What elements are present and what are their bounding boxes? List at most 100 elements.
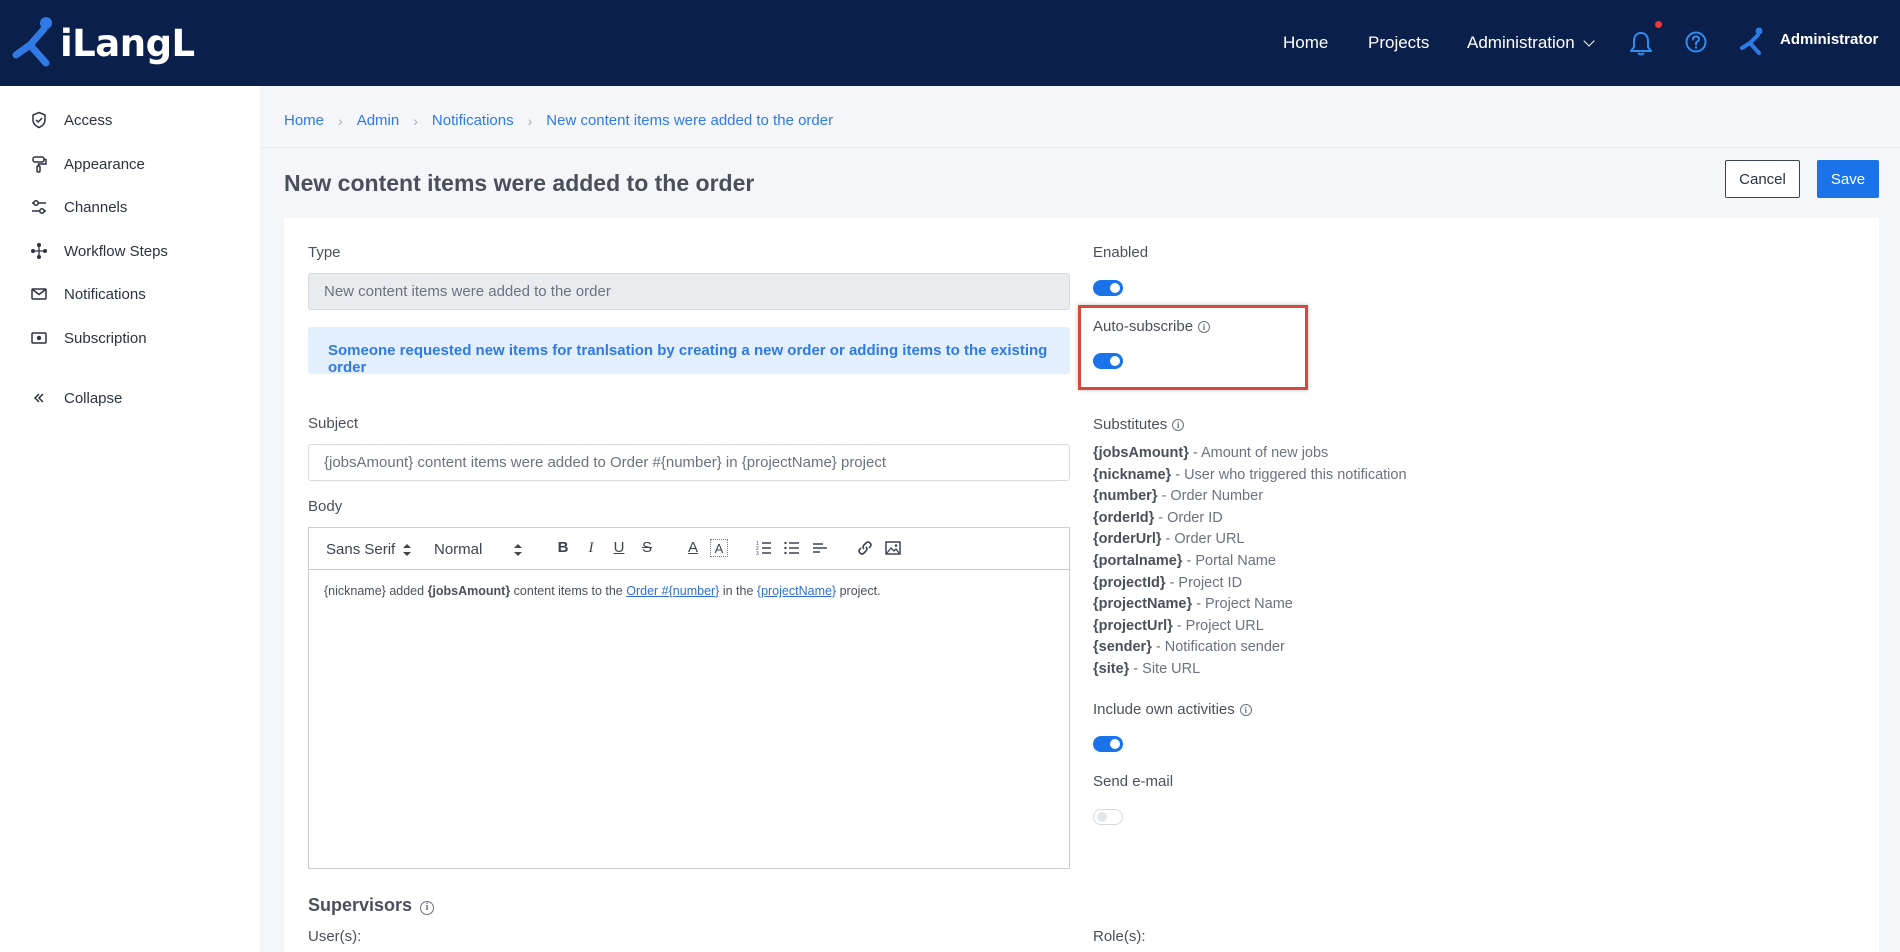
strikethrough-icon[interactable]: S [638, 539, 656, 557]
save-button[interactable]: Save [1817, 160, 1879, 198]
align-icon[interactable] [811, 539, 829, 557]
sidebar-item-label: Access [64, 111, 113, 129]
list-item: {sender} - Notification sender [1093, 639, 1407, 661]
updown-icon [403, 543, 412, 556]
substitute-key: {projectName} [1093, 596, 1193, 613]
bullet-list-icon[interactable] [783, 539, 801, 557]
auto-subscribe-toggle[interactable] [1093, 353, 1123, 369]
info-icon[interactable]: i [1239, 704, 1252, 716]
collapse-label: Collapse [64, 389, 123, 407]
subject-input[interactable]: {jobsAmount} content items were added to… [308, 444, 1070, 481]
roles-label: Role(s): [1093, 928, 1146, 945]
substitute-desc: - Amount of new jobs [1188, 445, 1329, 461]
divider [260, 147, 1900, 148]
list-item: {site} - Site URL [1093, 661, 1407, 683]
editor-toolbar: Sans Serif Normal B I U S A A 123 [309, 528, 1069, 570]
top-navbar: iLangL Home Projects Administration Admi… [0, 0, 1900, 86]
substitute-key: {projectUrl} [1093, 617, 1173, 634]
text-color-icon[interactable]: A [684, 539, 702, 557]
image-icon[interactable] [884, 539, 902, 557]
workflow-icon [31, 243, 47, 259]
list-item: {orderId} - Order ID [1093, 510, 1407, 532]
chevron-right-icon: › [338, 112, 343, 129]
underline-icon[interactable]: U [610, 539, 628, 557]
substitute-desc: - Order URL [1161, 531, 1245, 548]
breadcrumb-current[interactable]: New content items were added to the orde… [546, 112, 833, 129]
nav-home[interactable]: Home [1283, 33, 1328, 53]
sidebar-item-channels[interactable]: Channels [30, 196, 127, 218]
body-text: content items to the [510, 584, 627, 598]
order-link[interactable]: Order #{number} [626, 584, 719, 598]
svg-text:3: 3 [756, 551, 759, 557]
include-own-toggle[interactable] [1093, 736, 1123, 752]
subject-label: Subject [308, 415, 359, 432]
updown-icon [514, 543, 523, 556]
double-chevron-left-icon [33, 393, 44, 403]
include-own-text: Include own activities [1093, 701, 1235, 718]
font-select[interactable]: Sans Serif [326, 541, 412, 558]
background-color-icon[interactable]: A [710, 539, 728, 557]
sidebar-item-notifications[interactable]: Notifications [30, 283, 146, 305]
chevron-right-icon: › [527, 112, 533, 129]
breadcrumb-admin[interactable]: Admin [357, 112, 400, 129]
chevron-down-icon [1583, 35, 1595, 47]
breadcrumb-home[interactable]: Home [284, 112, 324, 129]
substitute-key: {nickname} [1093, 466, 1172, 483]
breadcrumb: Home › Admin › Notifications › New conte… [284, 112, 833, 129]
sidebar-collapse[interactable]: Collapse [30, 387, 122, 409]
italic-icon[interactable]: I [582, 539, 600, 557]
type-label: Type [308, 244, 341, 261]
help-icon[interactable] [1685, 31, 1707, 53]
font-select-value: Sans Serif [326, 541, 396, 558]
list-item: {jobsAmount} - Amount of new jobs [1093, 445, 1407, 467]
body-text: project. [836, 584, 881, 598]
substitute-desc: - Order Number [1157, 488, 1264, 505]
substitute-key: {site} [1093, 660, 1130, 677]
ordered-list-icon[interactable]: 123 [755, 539, 773, 557]
list-item: {projectId} - Project ID [1093, 575, 1407, 597]
sidebar-item-workflow-steps[interactable]: Workflow Steps [30, 240, 168, 262]
bell-icon[interactable] [1629, 30, 1653, 56]
cancel-button[interactable]: Cancel [1725, 160, 1800, 198]
avatar-icon[interactable] [1740, 26, 1766, 56]
supervisors-text: Supervisors [308, 895, 413, 915]
logo[interactable]: iLangL [12, 12, 195, 74]
type-description: Someone requested new items for tranlsat… [308, 327, 1070, 376]
editor-content[interactable]: {nickname} added {jobsAmount} content it… [309, 570, 1069, 612]
ticket-icon [31, 332, 47, 344]
substitutes-label: Substitutes i [1093, 416, 1185, 433]
sidebar-item-appearance[interactable]: Appearance [30, 153, 145, 175]
enabled-label: Enabled [1093, 244, 1149, 261]
substitute-key: {number} [1093, 488, 1158, 505]
info-icon[interactable]: i [1198, 321, 1211, 333]
enabled-toggle[interactable] [1093, 280, 1123, 296]
info-icon[interactable]: i [420, 901, 435, 915]
list-item: {projectUrl} - Project URL [1093, 618, 1407, 640]
info-icon[interactable]: i [1172, 419, 1185, 431]
list-item: {orderUrl} - Order URL [1093, 531, 1407, 553]
bold-icon[interactable]: B [554, 539, 572, 557]
substitute-desc: - Project Name [1192, 596, 1293, 613]
envelope-icon [31, 288, 47, 300]
type-field: New content items were added to the orde… [308, 273, 1070, 310]
size-select[interactable]: Normal [434, 541, 523, 558]
sidebar-item-access[interactable]: Access [30, 109, 112, 131]
nav-administration[interactable]: Administration [1467, 33, 1595, 53]
link-icon[interactable] [856, 539, 874, 557]
substitute-desc: - Portal Name [1182, 552, 1276, 569]
nav-projects[interactable]: Projects [1368, 33, 1429, 53]
paint-roller-icon [32, 156, 47, 173]
nav-administration-label: Administration [1467, 33, 1575, 52]
list-item: {nickname} - User who triggered this not… [1093, 467, 1407, 489]
user-name[interactable]: Administrator [1780, 31, 1878, 48]
body-bold-text: {jobsAmount} [427, 584, 511, 598]
breadcrumb-notifications[interactable]: Notifications [432, 112, 514, 129]
sidebar-item-label: Channels [64, 198, 128, 216]
users-label: User(s): [308, 928, 362, 945]
substitute-desc: - Project URL [1172, 617, 1264, 634]
send-email-toggle[interactable] [1093, 809, 1123, 825]
sidebar-item-subscription[interactable]: Subscription [30, 327, 147, 349]
substitute-key: {jobsAmount} [1093, 445, 1189, 461]
project-link[interactable]: {projectName} [757, 584, 836, 598]
substitute-key: {sender} [1093, 639, 1152, 656]
